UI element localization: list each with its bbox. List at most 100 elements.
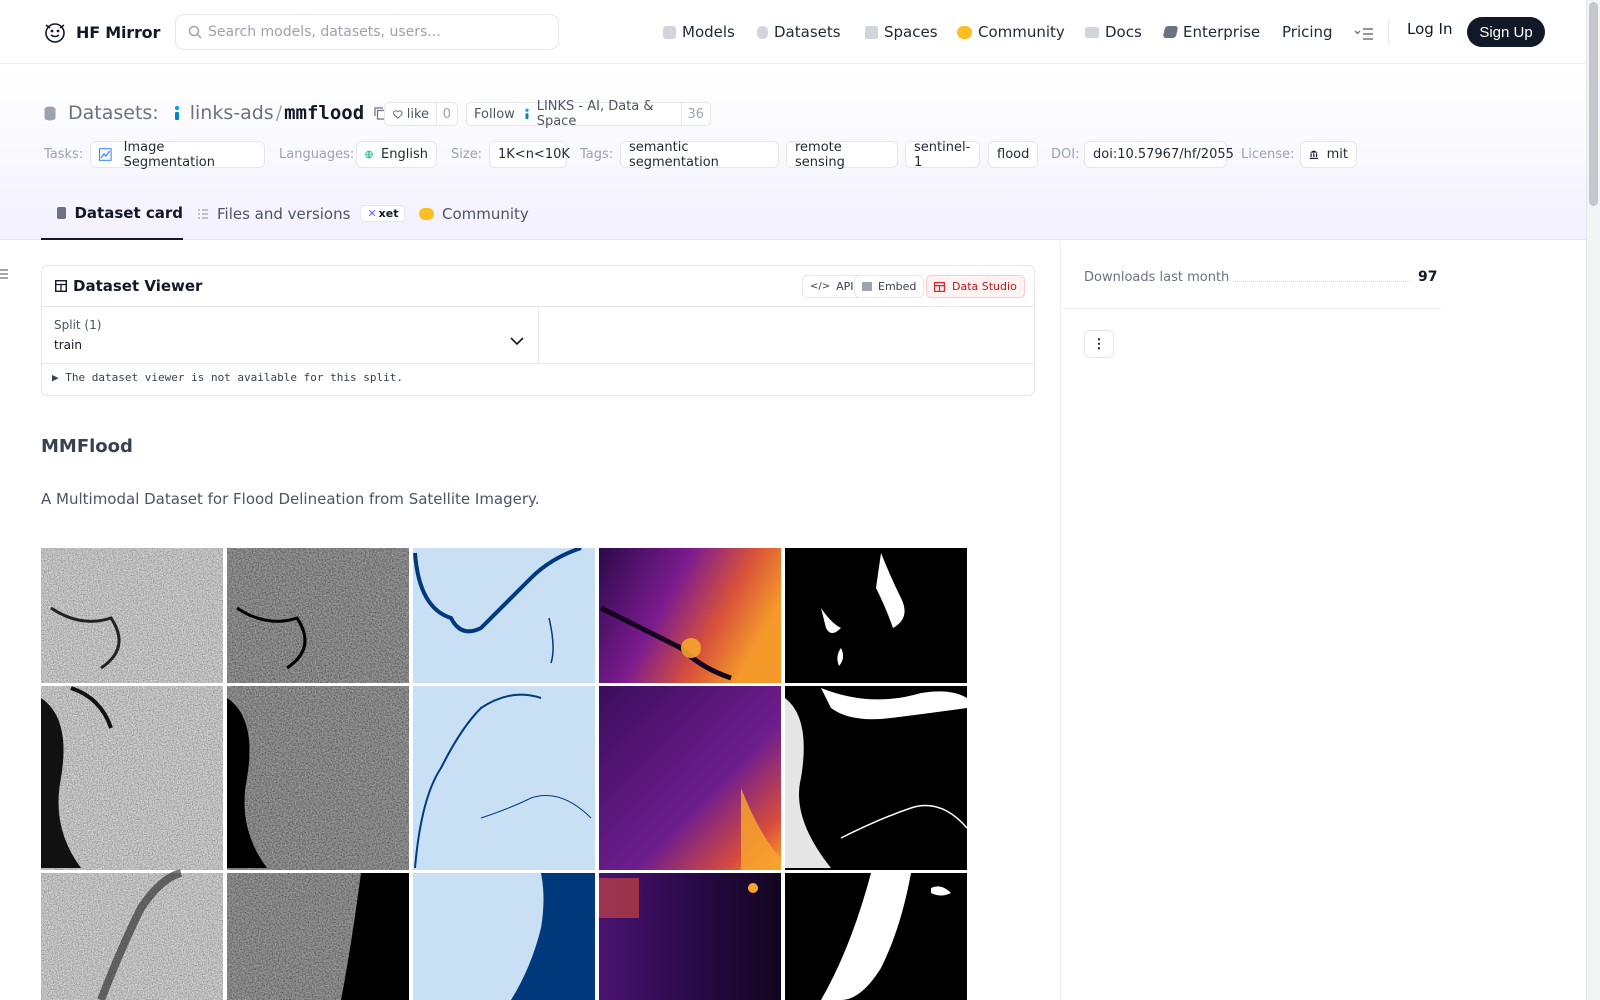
doi-tag[interactable]: doi:10.57967/hf/2055 <box>1084 141 1234 168</box>
code-icon: </> <box>810 281 831 292</box>
tag-label: sentinel-1 <box>914 139 971 170</box>
nav-enterprise[interactable]: Enterprise <box>1162 20 1260 44</box>
docs-icon <box>1085 26 1099 38</box>
tag-label: flood <box>997 147 1030 162</box>
nav-community[interactable]: Community <box>957 20 1065 44</box>
license-label: License: <box>1241 147 1295 162</box>
tag-sentinel-1[interactable]: sentinel-1 <box>905 139 980 170</box>
hf-logo-icon <box>42 19 68 45</box>
tag-semantic-segmentation[interactable]: semantic segmentation <box>620 139 779 170</box>
models-icon <box>663 25 676 39</box>
datasets-section-label: Datasets: <box>68 102 159 124</box>
size-label: Size: <box>451 147 483 162</box>
tag-remote-sensing[interactable]: remote sensing <box>786 139 898 170</box>
split-label: Split (1) <box>54 318 102 332</box>
nav-divider <box>1388 20 1389 44</box>
embed-icon <box>862 282 872 291</box>
data-studio-button[interactable]: Data Studio <box>926 275 1025 298</box>
viewer-header: Dataset Viewer </> API Embed Data Studio <box>42 266 1034 307</box>
more-options-button[interactable]: ⋮ <box>1084 330 1114 358</box>
follow-label: Follow <box>474 106 515 122</box>
tag-label: semantic segmentation <box>629 139 719 170</box>
login-link[interactable]: Log In <box>1407 20 1453 38</box>
tab-label: Dataset card <box>74 203 183 222</box>
page-scrollbar[interactable] <box>1586 0 1600 1000</box>
dataset-name[interactable]: mmflood <box>284 102 364 124</box>
downloads-value: 97 <box>1418 269 1438 285</box>
org-link[interactable]: links-ads <box>190 102 274 124</box>
nav-community-label: Community <box>978 23 1065 41</box>
tab-dataset-card[interactable]: Dataset card <box>41 187 183 240</box>
doi-value: doi:10.57967/hf/2055 <box>1093 147 1234 162</box>
like-label: like <box>406 106 430 122</box>
tasks-label: Tasks: <box>44 147 84 162</box>
brand-name: HF Mirror <box>76 22 161 42</box>
image-segmentation-icon <box>99 148 112 161</box>
task-label: Image Segmentation <box>123 139 215 170</box>
like-button[interactable]: like 0 <box>384 102 458 126</box>
chevron-down-icon <box>510 337 524 346</box>
tab-files-and-versions[interactable]: Files and versions ✕ xet <box>197 187 406 240</box>
nav-spaces-label: Spaces <box>884 23 938 41</box>
sidebar-divider <box>1060 308 1443 309</box>
dataset-viewer: Dataset Viewer </> API Embed Data Studio… <box>41 265 1035 396</box>
tag-flood[interactable]: flood <box>988 141 1038 168</box>
breadcrumb-slash: / <box>275 102 283 124</box>
hydrography-tile <box>413 548 595 683</box>
row-2 <box>41 686 968 870</box>
org-avatar-icon <box>525 108 529 120</box>
tag-label: remote sensing <box>795 139 845 170</box>
search-icon <box>188 25 202 39</box>
viewer-title: Dataset Viewer <box>55 277 202 295</box>
follow-org-name: LINKS - AI, Data & Space <box>536 99 654 129</box>
nav-pricing[interactable]: Pricing <box>1282 20 1333 44</box>
nav-more-menu[interactable] <box>1354 22 1374 46</box>
license-icon <box>1309 150 1318 159</box>
api-button[interactable]: </> API <box>802 275 862 298</box>
nav-datasets-label: Datasets <box>774 23 841 41</box>
like-separator <box>436 103 437 125</box>
nav-docs-label: Docs <box>1105 23 1142 41</box>
task-tag[interactable]: Image Segmentation <box>90 139 265 170</box>
org-avatar-icon <box>174 105 179 120</box>
search-box[interactable] <box>175 14 559 50</box>
split-select[interactable]: Split (1) train <box>42 307 539 364</box>
row-1 <box>41 548 967 683</box>
tab-label: Files and versions <box>217 204 351 223</box>
viewer-unavailable-note[interactable]: ▶ The dataset viewer is not available fo… <box>52 371 403 384</box>
embed-button[interactable]: Embed <box>854 275 925 298</box>
downloads-dots <box>1233 281 1410 282</box>
language-tag[interactable]: English <box>356 141 437 168</box>
split-value: train <box>54 338 82 352</box>
row-3 <box>41 869 967 1000</box>
sar-vv-tile <box>41 686 223 870</box>
dataset-sample-figure <box>41 548 987 1000</box>
downloads-label: Downloads last month <box>1084 270 1230 285</box>
database-icon <box>44 106 56 120</box>
breadcrumb: Datasets: links-ads / mmflood <box>44 102 387 124</box>
dem-tile <box>599 548 781 683</box>
flood-mask-tile <box>785 548 967 683</box>
data-studio-label: Data Studio <box>952 280 1017 293</box>
sample-grid-image <box>41 548 987 1000</box>
tab-community[interactable]: Community <box>419 187 529 240</box>
follow-button[interactable]: Follow LINKS - AI, Data & Space 36 <box>466 99 711 129</box>
menu-icon <box>1354 28 1373 40</box>
nav-models[interactable]: Models <box>663 20 735 44</box>
language-label: English <box>381 147 428 162</box>
signup-button[interactable]: Sign Up <box>1467 17 1545 47</box>
table-icon <box>55 280 67 292</box>
sidebar-toggle-icon[interactable] <box>0 268 8 280</box>
scrollbar-thumb[interactable] <box>1589 2 1598 206</box>
like-count: 0 <box>442 106 451 122</box>
size-tag[interactable]: 1K<n<10K <box>489 141 570 168</box>
nav-docs[interactable]: Docs <box>1085 20 1142 44</box>
follow-separator <box>680 103 682 125</box>
search-input[interactable] <box>208 15 548 49</box>
brand-logo[interactable]: HF Mirror <box>42 18 160 46</box>
nav-spaces[interactable]: Spaces <box>865 20 938 44</box>
datasets-icon <box>757 25 768 39</box>
nav-datasets[interactable]: Datasets <box>757 20 841 44</box>
nav-models-label: Models <box>682 23 735 41</box>
license-tag[interactable]: mit <box>1300 141 1357 168</box>
